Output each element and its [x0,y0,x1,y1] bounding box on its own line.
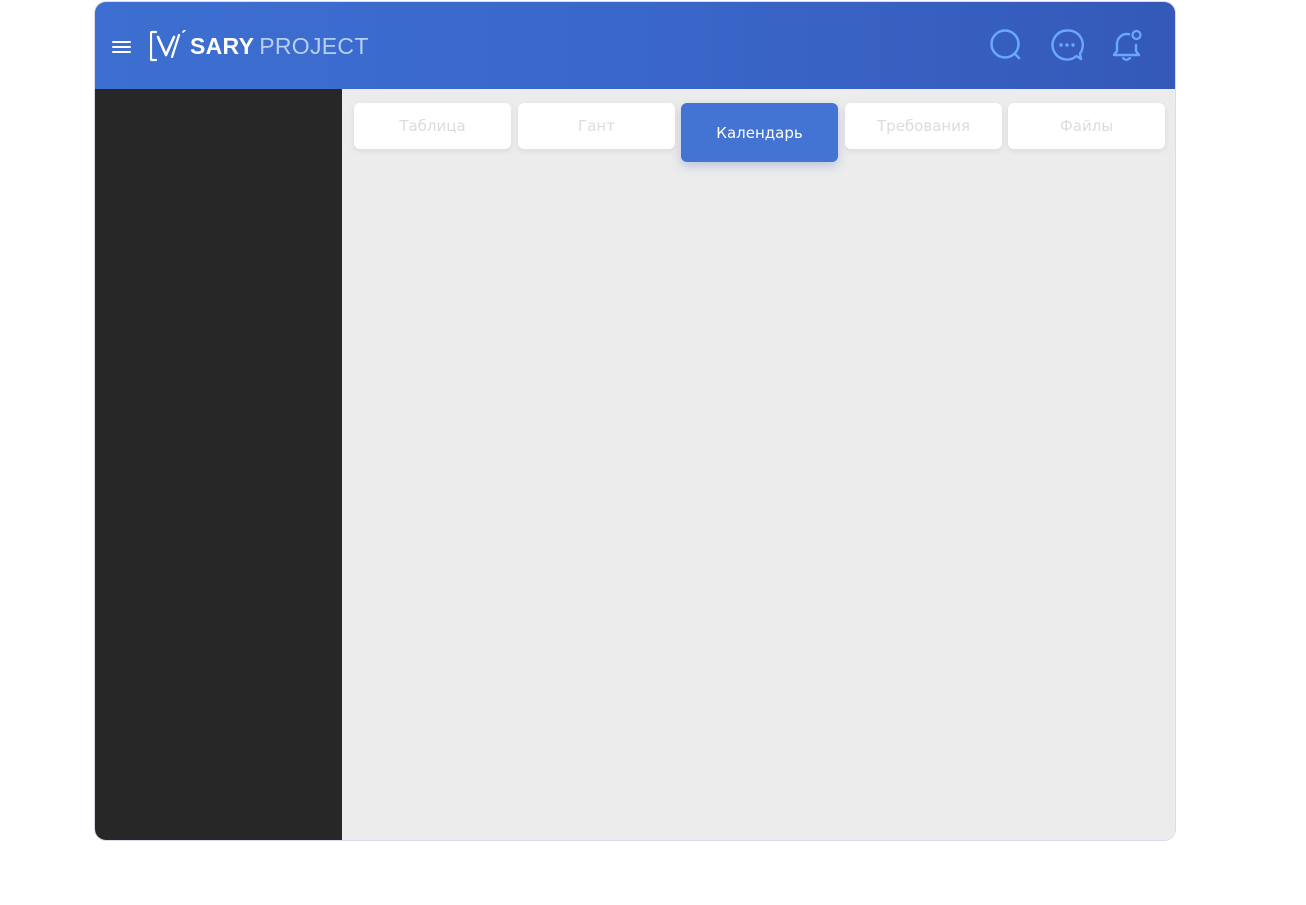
logo-product-text: PROJECT [259,33,369,59]
tab-table[interactable]: Таблица [354,103,511,149]
main-content: Таблица Гант Календарь Требования Файлы [342,89,1175,840]
chat-icon[interactable] [1049,27,1085,63]
app-window: SARY PROJECT Таблица Гант Календарь Треб… [94,1,1176,841]
tab-files[interactable]: Файлы [1008,103,1165,149]
tab-calendar[interactable]: Календарь [681,103,838,162]
tab-gantt[interactable]: Гант [518,103,675,149]
sidebar [95,89,342,840]
search-icon[interactable] [988,27,1024,63]
bell-icon[interactable] [1109,27,1145,63]
tab-requirements[interactable]: Требования [845,103,1002,149]
top-header: SARY PROJECT [95,2,1175,89]
visary-logo[interactable]: SARY PROJECT [150,29,369,63]
logo-mark-icon [150,30,186,62]
logo-brand-text: SARY [190,33,255,59]
menu-icon[interactable] [111,38,133,56]
